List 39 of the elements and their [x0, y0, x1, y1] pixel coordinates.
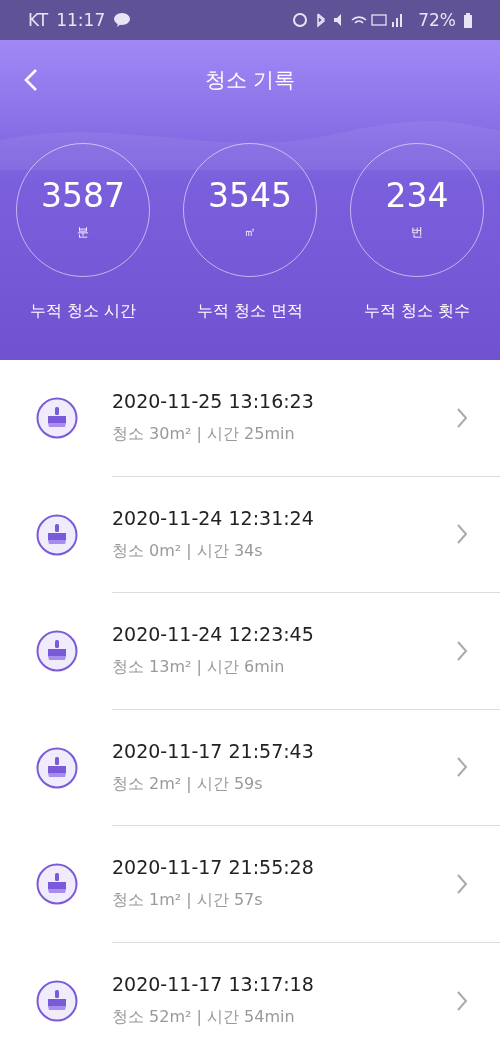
record-summary: 청소 2m² | 시간 59s [112, 773, 264, 795]
broom-icon [36, 513, 78, 556]
record-datetime: 2020-11-17 13:17:18 [112, 973, 315, 996]
broom-icon [36, 746, 78, 789]
stat-unit: 분 [77, 224, 89, 241]
record-summary: 청소 1m² | 시간 57s [112, 890, 264, 912]
record-summary: 청소 30m² | 시간 25min [112, 424, 296, 446]
status-time: 11:17 [56, 10, 106, 30]
broom-icon [36, 397, 78, 440]
stat-unit: ㎡ [244, 224, 256, 241]
record-summary: 청소 13m² | 시간 6min [112, 657, 286, 679]
chevron-right-button[interactable] [456, 523, 468, 546]
broom-icon [36, 863, 78, 906]
stat-label: 누적 청소 횟수 [363, 301, 471, 322]
record-datetime: 2020-11-17 21:57:43 [112, 739, 315, 762]
stat-value: 3587 [41, 179, 125, 212]
record-datetime: 2020-11-17 21:55:28 [112, 856, 315, 879]
record-datetime: 2020-11-25 13:16:23 [112, 390, 315, 413]
broom-icon [36, 630, 78, 673]
chevron-right-button[interactable] [456, 406, 468, 429]
page-title: 청소 기록 [204, 67, 296, 94]
battery-icon [464, 12, 472, 28]
stat-value: 234 [385, 179, 449, 212]
chevron-right-button[interactable] [456, 989, 468, 1012]
record-summary: 청소 52m² | 시간 54min [112, 1007, 296, 1029]
carrier-text: KT [28, 10, 49, 30]
chat-bubble-icon [113, 12, 132, 28]
stat-label: 누적 청소 면적 [196, 301, 304, 322]
broom-icon [36, 979, 78, 1022]
chevron-right-button[interactable] [456, 756, 468, 779]
stat-label: 누적 청소 시간 [29, 301, 137, 322]
record-summary: 청소 0m² | 시간 34s [112, 540, 264, 562]
battery-percent: 72% [418, 10, 456, 30]
chevron-right-button[interactable] [456, 639, 468, 662]
stat-unit: 번 [411, 224, 423, 241]
chevron-right-button[interactable] [456, 872, 468, 895]
stat-value: 3545 [208, 179, 292, 212]
record-datetime: 2020-11-24 12:31:24 [112, 506, 315, 529]
record-datetime: 2020-11-24 12:23:45 [112, 623, 315, 646]
